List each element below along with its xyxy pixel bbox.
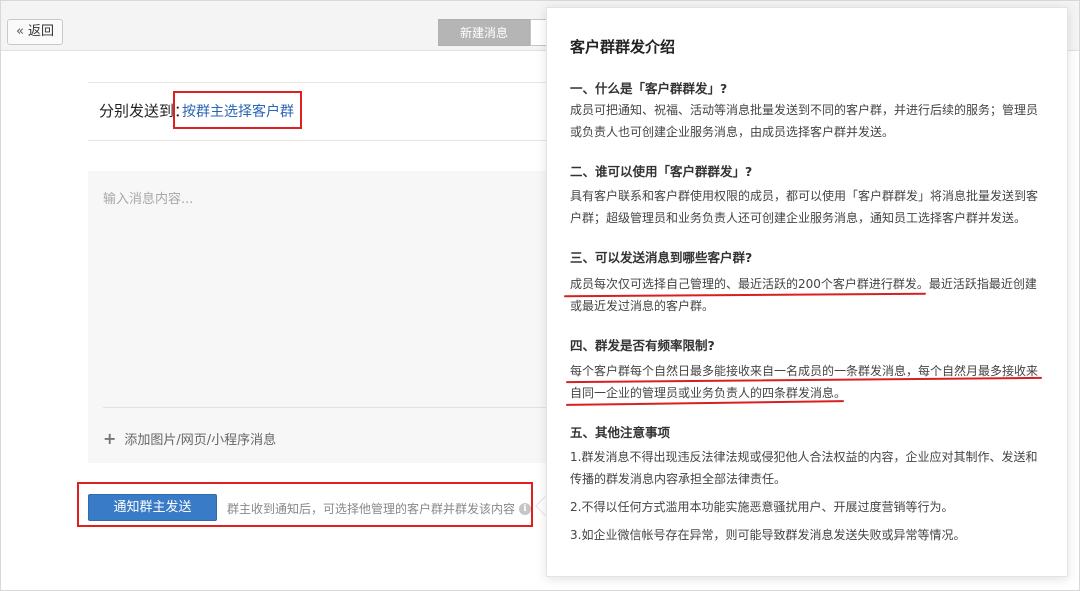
text-line: 1.群发消息不得出现违反法律法规或侵犯他人合法权益的内容，企业应对其制作、发送和 (570, 450, 1038, 464)
notify-owner-send-button[interactable]: 通知群主发送 (88, 494, 217, 521)
back-button-label: 返回 (27, 24, 54, 39)
text-line: 传播的群发消息内容承担全部法律责任。 (570, 472, 787, 486)
editor-placeholder: 输入消息内容... (103, 192, 194, 207)
double-chevron-left-icon: « (16, 24, 24, 39)
note-text: 2.不得以任何方式滥用本功能实施恶意骚扰用户、开展过度营销等行为。 (570, 500, 954, 514)
editor-divider (103, 407, 548, 408)
text-line: 或负责人也可创建企业服务消息，由成员选择客户群并发送。 (570, 125, 895, 139)
tab-new-message[interactable]: 新建消息 (438, 19, 531, 46)
section-text: 具有客户联系和客户群使用权限的成员，都可以使用「客户群群发」将消息批量发送到客 … (570, 185, 1048, 229)
plus-icon: + (103, 429, 117, 448)
add-media-label: 添加图片/网页/小程序消息 (124, 433, 277, 448)
message-editor[interactable]: 输入消息内容... + 添加图片/网页/小程序消息 (88, 171, 548, 463)
text-line: 户群；超级管理员和业务负责人还可创建企业服务消息，通知员工选择客户群并发送。 (570, 211, 1027, 225)
intro-popover: 客户群群发介绍 一、什么是「客户群群发」? 成员可把通知、祝福、活动等消息批量发… (546, 7, 1068, 577)
popover-title: 客户群群发介绍 (570, 38, 676, 56)
text-line: 成员可把通知、祝福、活动等消息批量发送到不同的客户群，并进行后续的服务；管理员 (570, 103, 1039, 117)
text-line: 或最近发过消息的客户群。 (570, 299, 715, 313)
section-text: 1.群发消息不得出现违反法律法规或侵犯他人合法权益的内容，企业应对其制作、发送和… (570, 446, 1048, 490)
notify-hint: 群主收到通知后，可选择他管理的客户群并群发该内容 i (227, 500, 532, 517)
note-text: 3.如企业微信帐号存在异常，则可能导致群发消息发送失败或异常等情况。 (570, 528, 966, 542)
section-heading: 二、谁可以使用「客户群群发」? (570, 164, 753, 179)
select-customer-group-link[interactable]: 按群主选择客户群 (182, 101, 294, 121)
section-heading: 一、什么是「客户群群发」? (570, 81, 728, 96)
section-heading: 三、可以发送消息到哪些客户群? (570, 250, 753, 265)
section-text: 成员可把通知、祝福、活动等消息批量发送到不同的客户群，并进行后续的服务；管理员 … (570, 99, 1048, 143)
info-icon[interactable]: i (519, 502, 532, 515)
text-line: 具有客户联系和客户群使用权限的成员，都可以使用「客户群群发」将消息批量发送到客 (570, 189, 1039, 203)
add-media-button[interactable]: + 添加图片/网页/小程序消息 (103, 429, 276, 448)
section-divider (88, 82, 548, 83)
back-button[interactable]: « 返回 (7, 19, 63, 45)
section-heading: 四、群发是否有频率限制? (570, 338, 715, 353)
text-line: 成员每次仅可选择自己管理的、最近活跃的200个客户群进行群发。最近活跃指最近创建 (570, 277, 1037, 291)
section-divider (88, 140, 548, 141)
section-heading: 五、其他注意事项 (570, 425, 671, 440)
notify-hint-text: 群主收到通知后，可选择他管理的客户群并群发该内容 (227, 502, 516, 516)
